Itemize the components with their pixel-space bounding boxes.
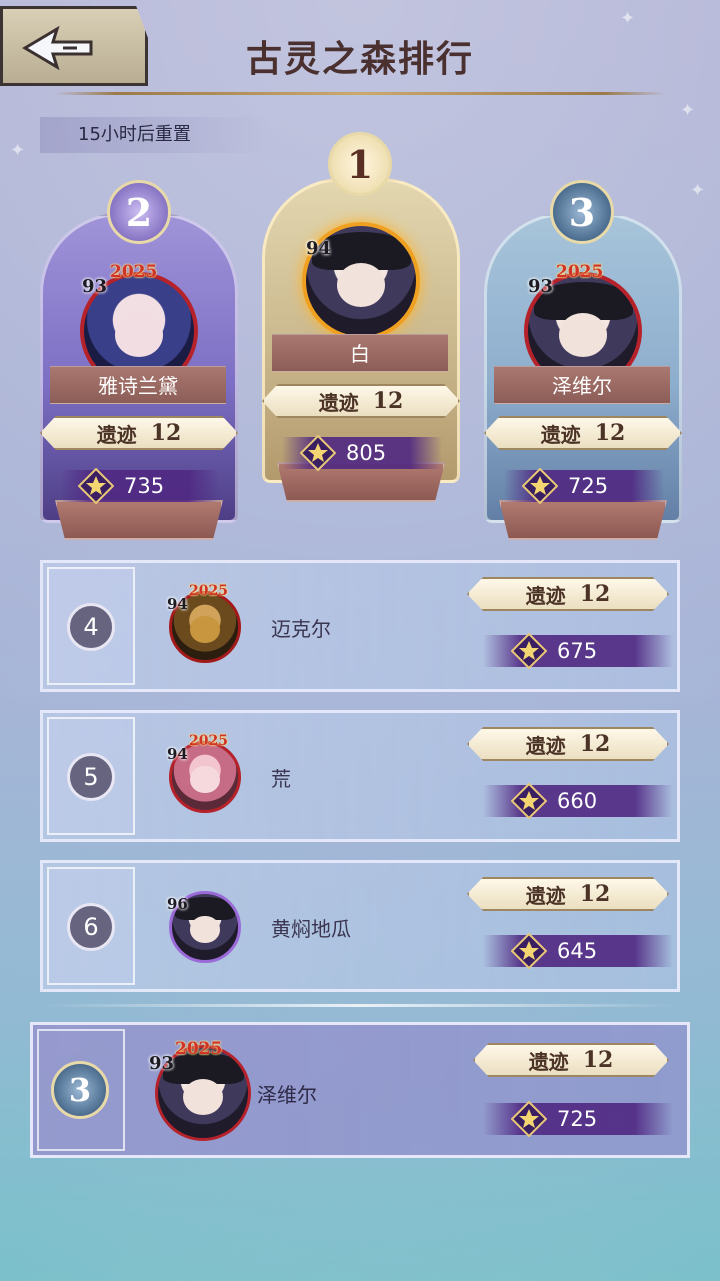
star-gem-icon: [511, 1101, 547, 1137]
score-value: 725: [557, 1107, 598, 1131]
rank-number: 4: [67, 603, 115, 651]
player-level: 94: [167, 595, 188, 613]
score-value: 645: [557, 939, 598, 963]
score-display: 660: [483, 783, 673, 819]
score-value: 735: [124, 474, 165, 498]
year-badge: 2025: [110, 262, 158, 282]
score-display: 675: [483, 633, 673, 669]
year-badge: 2025: [175, 1039, 223, 1059]
relic-label: 遗迹: [528, 1049, 569, 1074]
player-name: 迈克尔: [271, 617, 331, 641]
ranking-row[interactable]: 4 94 2025 迈克尔 遗迹 12 675: [40, 560, 680, 692]
page-title: 古灵之森排行: [245, 38, 474, 80]
year-badge: 2025: [556, 262, 604, 282]
relic-tag: 遗迹 12: [467, 877, 669, 911]
year-badge: 2025: [189, 733, 228, 749]
list-divider: [40, 1004, 680, 1007]
rank-badge: 3: [550, 180, 614, 244]
score-value: 805: [346, 441, 387, 465]
sparkle-icon: ✦: [690, 180, 706, 201]
relic-label: 遗迹: [318, 390, 359, 415]
star-gem-icon: [78, 468, 114, 504]
podium-base: [499, 500, 667, 540]
player-level: 94: [306, 238, 332, 259]
star-gem-icon: [300, 435, 336, 471]
podium-base: [55, 500, 223, 540]
my-ranking-row[interactable]: 3 93 2025 泽维尔 遗迹 12 725: [30, 1022, 690, 1158]
player-name: 雅诗兰黛: [50, 366, 226, 404]
sparkle-icon: ✦: [10, 140, 26, 161]
relic-label: 遗迹: [525, 883, 566, 908]
relic-tag: 遗迹 12: [262, 384, 460, 418]
player-level: 93: [149, 1053, 175, 1074]
player-name: 荒: [271, 767, 291, 791]
relic-tag: 遗迹 12: [473, 1043, 669, 1077]
score-value: 675: [557, 639, 598, 663]
rank-badge: 3: [51, 1061, 109, 1119]
star-gem-icon: [522, 468, 558, 504]
relic-tag: 遗迹 12: [484, 416, 682, 450]
player-level: 93: [82, 276, 108, 297]
rank-number: 6: [67, 903, 115, 951]
title-area: 古灵之森排行: [0, 30, 720, 82]
relic-value: 12: [150, 420, 182, 446]
player-name: 泽维尔: [257, 1083, 317, 1107]
ranking-row[interactable]: 6 96 黄焖地瓜 遗迹 12 645: [40, 860, 680, 992]
year-badge: 2025: [189, 583, 228, 599]
score-value: 725: [568, 474, 609, 498]
player-level: 96: [167, 895, 188, 913]
score-display: 805: [282, 435, 442, 471]
star-gem-icon: [511, 783, 547, 819]
relic-tag: 遗迹 12: [467, 577, 669, 611]
sparkle-icon: ✦: [620, 8, 636, 29]
relic-label: 遗迹: [525, 733, 566, 758]
star-gem-icon: [511, 933, 547, 969]
score-display: 725: [504, 468, 664, 504]
score-display: 645: [483, 933, 673, 969]
ranking-row[interactable]: 5 94 2025 荒 遗迹 12 660: [40, 710, 680, 842]
relic-tag: 遗迹 12: [40, 416, 238, 450]
star-gem-icon: [511, 633, 547, 669]
player-name: 泽维尔: [494, 366, 670, 404]
relic-value: 12: [582, 1047, 614, 1073]
title-divider: [55, 92, 665, 95]
relic-tag: 遗迹 12: [467, 727, 669, 761]
sparkle-icon: ✦: [680, 100, 696, 121]
relic-value: 12: [579, 731, 611, 757]
score-display: 725: [483, 1101, 673, 1137]
relic-value: 12: [372, 388, 404, 414]
relic-value: 12: [579, 881, 611, 907]
player-level: 93: [528, 276, 554, 297]
player-name: 黄焖地瓜: [271, 917, 351, 941]
reset-timer: 15小时后重置: [40, 117, 270, 153]
rank-number: 5: [67, 753, 115, 801]
relic-label: 遗迹: [96, 422, 137, 447]
player-level: 94: [167, 745, 188, 763]
score-value: 660: [557, 789, 598, 813]
player-name: 白: [272, 334, 448, 372]
relic-label: 遗迹: [540, 422, 581, 447]
relic-label: 遗迹: [525, 583, 566, 608]
relic-value: 12: [594, 420, 626, 446]
score-display: 735: [60, 468, 220, 504]
rank-badge: 1: [328, 132, 392, 196]
relic-value: 12: [579, 581, 611, 607]
rank-badge: 2: [107, 180, 171, 244]
